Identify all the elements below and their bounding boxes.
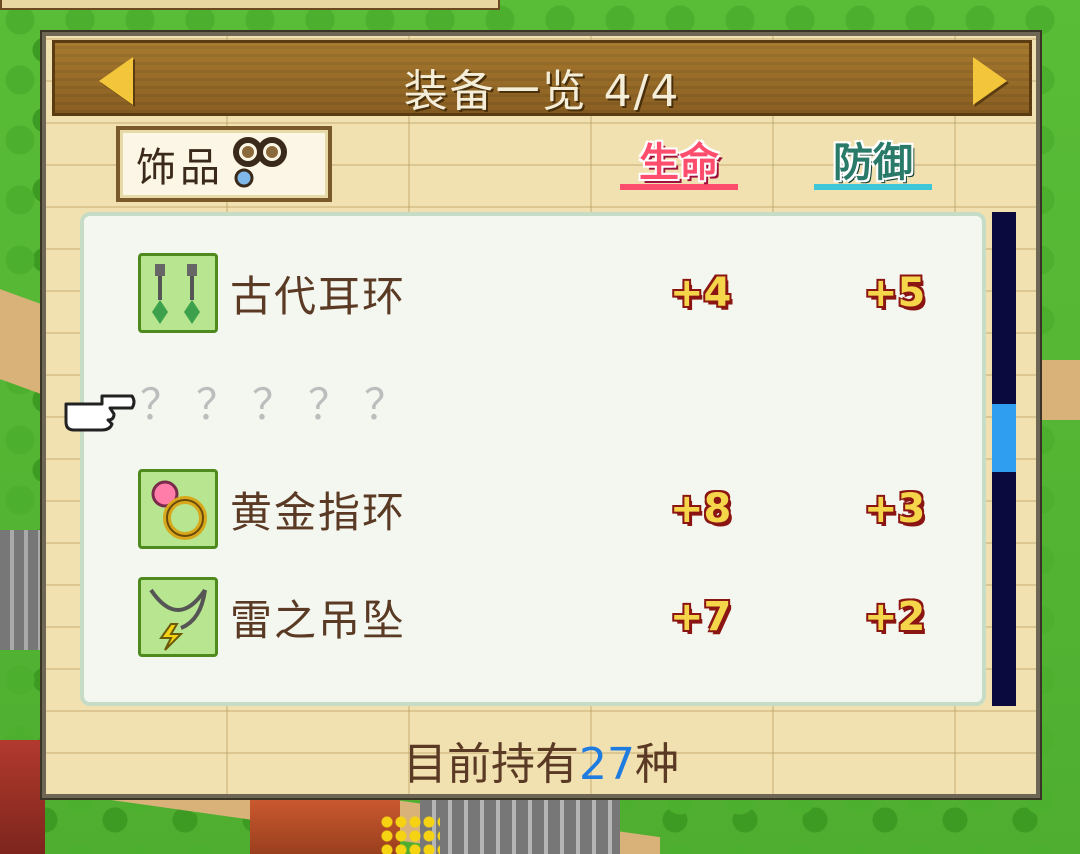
scrollbar-thumb[interactable]: [992, 404, 1016, 472]
owned-count-suffix: 种: [635, 739, 679, 790]
category-label: 饰品: [136, 145, 224, 191]
item-defense-bonus: +5: [864, 270, 926, 316]
category-tab[interactable]: 饰品: [116, 126, 332, 202]
owned-count-value: 27: [579, 739, 635, 790]
item-list: 古代耳环 +4 +5 ？？？？？ 黄金指环 +8 +3 雷之吊坠 +7 +2: [80, 212, 986, 706]
list-item[interactable]: ？？？？？: [84, 356, 990, 446]
equipment-list-panel: 装备一览 4/4 饰品 生命 防御 古代耳环 +4 +5 ？？？？？ 黄金指环 …: [42, 32, 1040, 798]
background-building: [250, 800, 400, 854]
item-name: 古代耳环: [230, 271, 407, 321]
defense-column-header: 防御: [814, 136, 932, 190]
item-name: 雷之吊坠: [230, 595, 407, 645]
earring-icon: [138, 253, 218, 333]
list-item[interactable]: 古代耳环 +4 +5: [84, 248, 990, 338]
background-fence: [420, 800, 620, 854]
list-item[interactable]: 雷之吊坠 +7 +2: [84, 572, 990, 662]
scrollbar[interactable]: [992, 212, 1016, 706]
pointing-hand-icon: [62, 386, 136, 438]
item-hp-bonus: +8: [670, 486, 732, 532]
hp-column-header: 生命: [620, 136, 738, 190]
accessory-icon: [230, 134, 290, 194]
owned-count-prefix: 目前持有: [403, 739, 579, 790]
pendant-icon: [138, 577, 218, 657]
page-title: 装备一览 4/4: [403, 66, 681, 117]
item-hp-bonus: +7: [670, 594, 732, 640]
background-building: [0, 740, 45, 854]
background-flowers: [380, 815, 440, 854]
item-defense-bonus: +3: [864, 486, 926, 532]
list-item[interactable]: 黄金指环 +8 +3: [84, 464, 990, 554]
item-name-unknown: ？？？？？: [140, 379, 421, 429]
item-defense-bonus: +2: [864, 594, 926, 640]
item-hp-bonus: +4: [670, 270, 732, 316]
ring-icon: [138, 469, 218, 549]
background-frame: [0, 0, 500, 10]
title-bar: 装备一览 4/4: [52, 40, 1032, 117]
next-page-arrow-icon[interactable]: [973, 57, 1007, 105]
background-fence: [0, 530, 40, 650]
item-name: 黄金指环: [230, 487, 407, 537]
owned-count: 目前持有27种: [46, 728, 1036, 792]
